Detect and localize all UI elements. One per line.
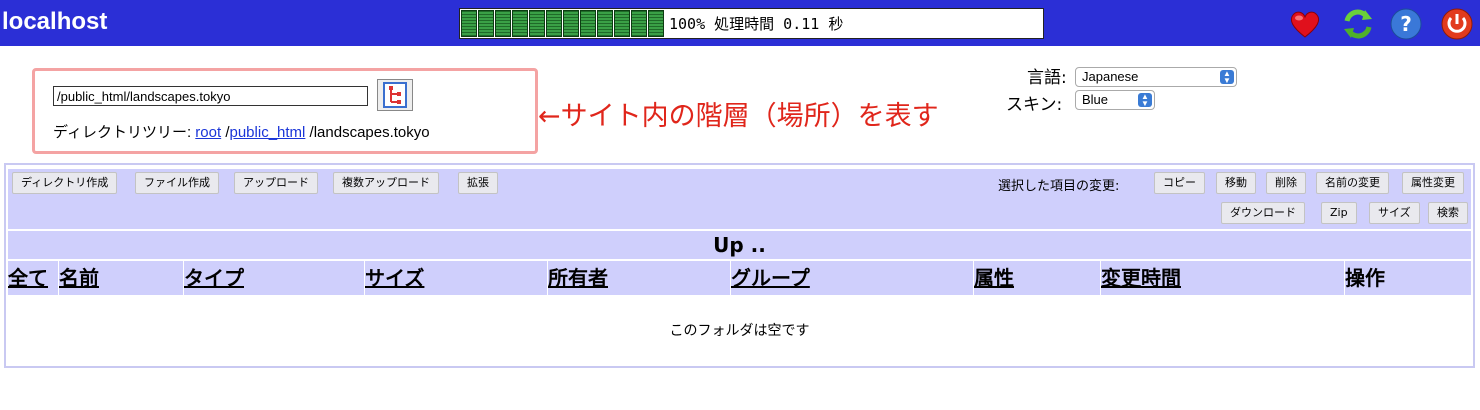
multi-upload-button[interactable]: 複数アップロード	[333, 172, 439, 194]
file-manager-panel: ディレクトリ作成 ファイル作成 アップロード 複数アップロード 拡張 選択した項…	[4, 163, 1475, 368]
breadcrumb-public-html[interactable]: public_html	[230, 124, 306, 141]
progress-cell	[512, 10, 528, 37]
column-modified-time[interactable]: 変更時間	[1100, 261, 1344, 295]
skin-label: スキン:	[1006, 95, 1063, 115]
size-button[interactable]: サイズ	[1369, 202, 1420, 224]
progress-cell	[478, 10, 494, 37]
directory-tree-breadcrumb: ディレクトリツリー: root /public_html /landscapes…	[53, 121, 430, 142]
tree-icon	[383, 82, 407, 108]
progress-cells	[460, 9, 665, 38]
progress-cell	[563, 10, 579, 37]
column-name[interactable]: 名前	[58, 261, 183, 295]
progress-cell	[529, 10, 545, 37]
progress-cell	[546, 10, 562, 37]
progress-cell	[580, 10, 596, 37]
language-value: Japanese	[1082, 69, 1139, 84]
heart-icon[interactable]	[1288, 7, 1322, 41]
zip-button[interactable]: Zip	[1321, 202, 1357, 224]
skin-value: Blue	[1082, 92, 1109, 107]
empty-folder-message: このフォルダは空です	[669, 323, 810, 339]
column-select-all[interactable]: 全て	[8, 261, 58, 295]
power-icon[interactable]	[1440, 7, 1474, 41]
rename-button[interactable]: 名前の変更	[1316, 172, 1389, 194]
column-type[interactable]: タイプ	[183, 261, 364, 295]
language-label: 言語:	[1027, 68, 1067, 88]
extend-button[interactable]: 拡張	[458, 172, 498, 194]
create-directory-button[interactable]: ディレクトリ作成	[12, 172, 118, 194]
chevron-updown-icon: ▲ ▼	[1220, 70, 1234, 85]
column-group[interactable]: グループ	[730, 261, 973, 295]
create-file-button[interactable]: ファイル作成	[135, 172, 219, 194]
progress-cell	[597, 10, 613, 37]
path-input[interactable]	[53, 86, 368, 106]
language-select[interactable]: Japanese ▲ ▼	[1075, 67, 1237, 87]
download-button[interactable]: ダウンロード	[1221, 202, 1305, 224]
toolbar: ディレクトリ作成 ファイル作成 アップロード 複数アップロード 拡張 選択した項…	[8, 169, 1471, 229]
copy-button[interactable]: コピー	[1154, 172, 1205, 194]
column-attributes[interactable]: 属性	[973, 261, 1100, 295]
upload-button[interactable]: アップロード	[234, 172, 318, 194]
table-header: 全て 名前 タイプ サイズ 所有者 グループ 属性 変更時間 操作	[8, 261, 1471, 295]
progress-text: 100% 処理時間 0.11 秒	[669, 15, 844, 33]
progress-cell	[461, 10, 477, 37]
progress-cell	[614, 10, 630, 37]
breadcrumb-root[interactable]: root	[195, 124, 221, 141]
site-title[interactable]: localhost	[2, 8, 107, 36]
search-button[interactable]: 検索	[1428, 202, 1468, 224]
annotation-text: ←サイト内の階層（場所）を表す	[538, 101, 939, 132]
breadcrumb-current: /landscapes.tokyo	[309, 124, 430, 141]
help-icon[interactable]: ?	[1389, 7, 1423, 41]
header-bar: localhost 100% 処理時間 0.11 秒 ?	[0, 0, 1480, 46]
svg-text:?: ?	[1400, 12, 1412, 36]
skin-select[interactable]: Blue ▲ ▼	[1075, 90, 1155, 110]
progress-cell	[648, 10, 664, 37]
progress-cell	[631, 10, 647, 37]
path-highlight-box: ディレクトリツリー: root /public_html /landscapes…	[32, 68, 538, 154]
selected-items-label: 選択した項目の変更:	[998, 179, 1120, 194]
parent-directory-link[interactable]: Up ..	[8, 231, 1471, 259]
tree-label: ディレクトリツリー:	[53, 124, 192, 141]
column-actions: 操作	[1344, 261, 1471, 295]
progress-bar: 100% 処理時間 0.11 秒	[459, 8, 1044, 39]
chevron-updown-icon: ▲ ▼	[1138, 93, 1152, 108]
change-attributes-button[interactable]: 属性変更	[1402, 172, 1464, 194]
progress-cell	[495, 10, 511, 37]
directory-tree-button[interactable]	[377, 79, 413, 111]
refresh-icon[interactable]	[1341, 7, 1375, 41]
column-size[interactable]: サイズ	[364, 261, 547, 295]
move-button[interactable]: 移動	[1216, 172, 1256, 194]
delete-button[interactable]: 削除	[1266, 172, 1306, 194]
column-owner[interactable]: 所有者	[547, 261, 730, 295]
